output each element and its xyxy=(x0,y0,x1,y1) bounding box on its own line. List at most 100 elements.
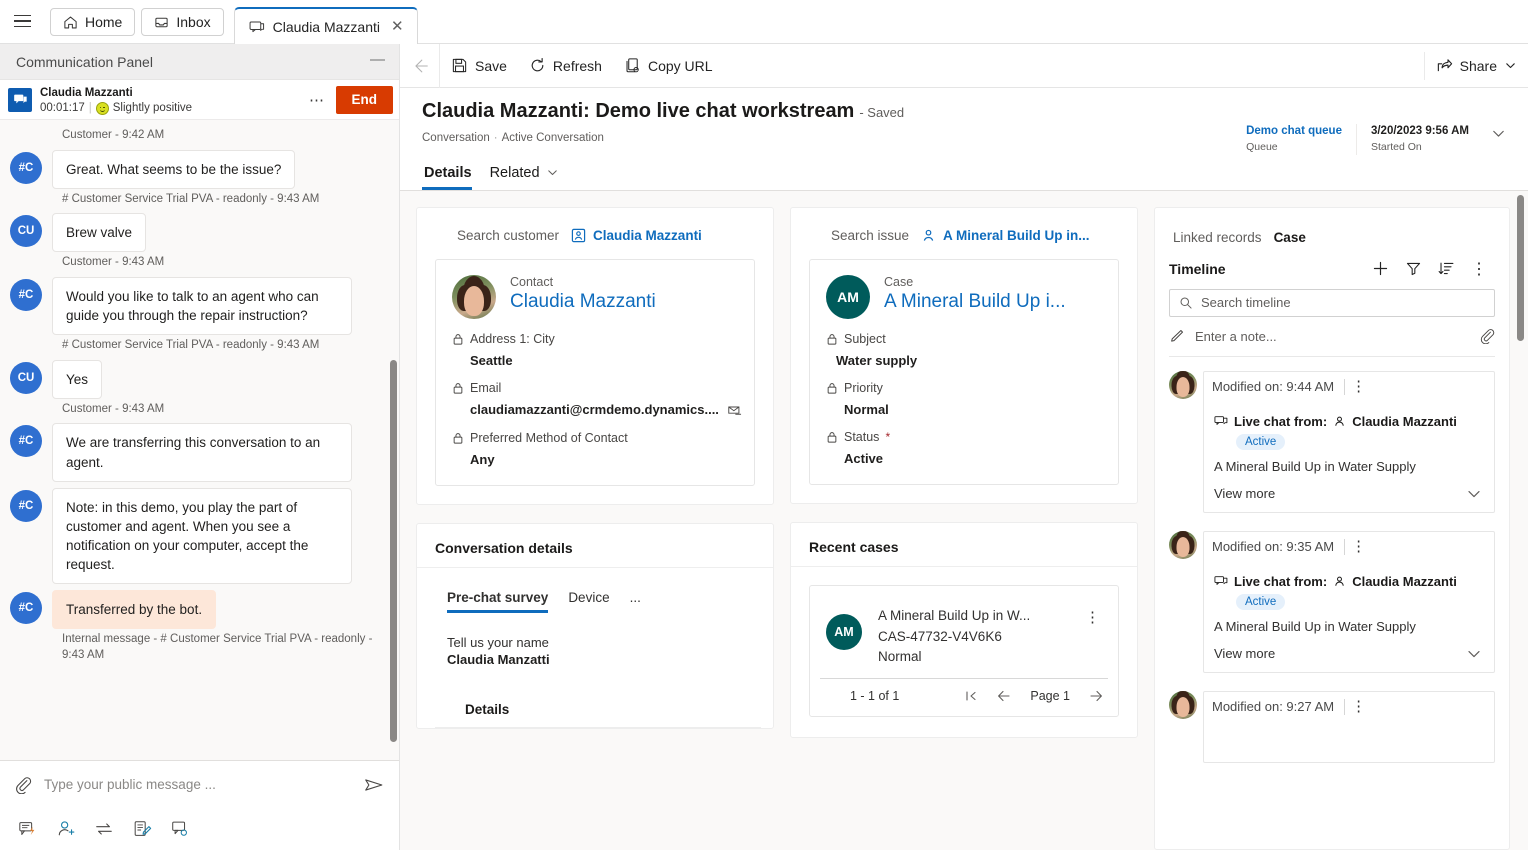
field-value[interactable]: Active xyxy=(844,451,1102,466)
pagination: 1 - 1 of 1 Page 1 xyxy=(820,678,1108,704)
search-issue-value[interactable]: A Mineral Build Up in... xyxy=(921,228,1090,243)
timeline-person[interactable]: Claudia Mazzanti xyxy=(1352,414,1457,429)
minimize-icon[interactable]: — xyxy=(370,52,385,71)
refresh-label: Refresh xyxy=(552,57,602,74)
recent-cases-grid: AM A Mineral Build Up in W... CAS-47732-… xyxy=(809,584,1119,718)
save-button[interactable]: Save xyxy=(440,44,518,88)
message-input[interactable] xyxy=(44,777,351,792)
lock-icon xyxy=(826,431,838,443)
message-bubble: We are transferring this conversation to… xyxy=(52,423,352,482)
pagination-controls: Page 1 xyxy=(964,688,1104,704)
previous-page-icon[interactable] xyxy=(996,688,1012,704)
timeline-entry: Modified on: 9:35 AM ⋮ Live chat from: C… xyxy=(1203,530,1495,673)
quick-reply-icon[interactable] xyxy=(18,819,38,839)
next-page-icon[interactable] xyxy=(1088,688,1104,704)
more-icon[interactable]: ⋮ xyxy=(1463,259,1495,279)
field-value-text: Seattle xyxy=(470,352,513,368)
contact-name-link[interactable]: Claudia Mazzanti xyxy=(510,290,656,314)
back-icon[interactable] xyxy=(400,43,440,88)
timeline-search[interactable]: Search timeline xyxy=(1169,288,1495,317)
share-button[interactable]: Share xyxy=(1425,44,1528,88)
chevron-down-icon[interactable] xyxy=(1504,59,1517,72)
field-value[interactable]: Water supply xyxy=(836,353,1102,368)
home-icon xyxy=(63,15,78,30)
search-customer-value[interactable]: Claudia Mazzanti xyxy=(571,228,702,243)
case-name-link[interactable]: A Mineral Build Up i... xyxy=(884,290,1066,314)
more-icon[interactable]: ⋮ xyxy=(1345,695,1372,718)
message-meta: Customer - 9:43 AM xyxy=(62,256,165,269)
list-item[interactable]: Modified on: 9:27 AM ⋮ xyxy=(1169,690,1495,763)
tab-pre-chat-survey[interactable]: Pre-chat survey xyxy=(447,590,549,613)
tab-device[interactable]: Device xyxy=(568,590,609,613)
chat-scrollbar[interactable] xyxy=(390,360,397,742)
customer-card-inner: Search customer Claudia Mazzanti xyxy=(417,208,773,259)
hamburger-menu-icon[interactable] xyxy=(0,0,44,43)
form-content: Search customer Claudia Mazzanti Contact… xyxy=(400,190,1528,850)
avatar xyxy=(1169,530,1197,559)
end-session-button[interactable]: End xyxy=(335,85,393,114)
chevron-down-icon[interactable] xyxy=(1466,646,1482,662)
chevron-down-icon[interactable] xyxy=(1466,486,1482,502)
field-value[interactable]: claudiamazzanti@crmdemo.dynamics.... xyxy=(470,402,741,418)
main-scrollbar[interactable] xyxy=(1517,194,1524,341)
send-icon[interactable] xyxy=(363,774,385,796)
case-identity: AM Case A Mineral Build Up i... xyxy=(826,274,1102,319)
breadcrumb-view[interactable]: Active Conversation xyxy=(502,132,604,144)
close-icon[interactable]: ✕ xyxy=(388,19,407,34)
more-icon[interactable]: ⋮ xyxy=(1345,375,1372,398)
chevron-down-icon[interactable] xyxy=(546,166,559,179)
breadcrumb-entity[interactable]: Conversation xyxy=(422,132,490,144)
filter-icon[interactable] xyxy=(1397,260,1430,277)
sentiment-smiley-icon xyxy=(95,102,109,116)
more-icon[interactable]: ⋮ xyxy=(1079,606,1106,629)
field-value[interactable]: Seattle xyxy=(470,353,738,368)
plus-icon[interactable] xyxy=(1364,260,1397,277)
tab-strip: Home Inbox Claudia Mazzanti ✕ xyxy=(0,0,1528,44)
field-value[interactable]: Any xyxy=(470,452,738,467)
list-item[interactable]: Modified on: 9:35 AM ⋮ Live chat from: C… xyxy=(1169,530,1495,673)
timeline-note-input[interactable]: Enter a note... xyxy=(1169,317,1495,357)
tab-inbox[interactable]: Inbox xyxy=(141,8,224,36)
note-icon[interactable] xyxy=(132,819,152,839)
details-heading: Details xyxy=(435,667,761,728)
copy-url-label: Copy URL xyxy=(647,57,713,74)
field-label-text: Subject xyxy=(844,331,886,346)
first-page-icon[interactable] xyxy=(964,689,978,703)
chat-message: #C Note: in this demo, you play the part… xyxy=(10,487,385,585)
timeline-person[interactable]: Claudia Mazzanti xyxy=(1352,574,1457,589)
timeline-entry-header: Modified on: 9:35 AM ⋮ xyxy=(1204,532,1494,562)
header-field-value[interactable]: Demo chat queue xyxy=(1246,124,1342,139)
header-expand-chevron-down-icon[interactable] xyxy=(1483,124,1506,146)
tab-overflow-more[interactable]: ... xyxy=(630,590,641,613)
field-label: Subject xyxy=(826,332,1102,346)
sort-icon[interactable] xyxy=(1430,260,1463,277)
copy-url-button[interactable]: Copy URL xyxy=(613,44,724,88)
consult-icon[interactable] xyxy=(170,819,190,839)
tab-conversation-active[interactable]: Claudia Mazzanti ✕ xyxy=(233,7,418,44)
tab-details[interactable]: Details xyxy=(422,165,481,190)
tab-home[interactable]: Home xyxy=(50,8,136,36)
field-value[interactable]: Normal xyxy=(844,402,1102,417)
more-icon[interactable]: ⋮ xyxy=(1345,535,1372,558)
linked-records-value[interactable]: Case xyxy=(1274,230,1306,245)
tab-related-label: Related xyxy=(489,164,540,181)
refresh-button[interactable]: Refresh xyxy=(518,44,613,88)
share-label: Share xyxy=(1459,57,1497,74)
chat-message: CU Yes xyxy=(10,359,385,399)
transfer-icon[interactable] xyxy=(94,819,114,839)
view-more-toggle[interactable]: View more xyxy=(1214,486,1482,502)
record-kind: Case xyxy=(884,274,914,289)
session-more-icon[interactable]: ⋯ xyxy=(299,91,336,109)
table-row[interactable]: AM A Mineral Build Up in W... CAS-47732-… xyxy=(820,594,1108,679)
attach-icon[interactable] xyxy=(1479,328,1495,345)
view-more-toggle[interactable]: View more xyxy=(1214,646,1482,662)
lock-icon xyxy=(452,382,464,394)
chat-message: #C We are transferring this conversation… xyxy=(10,423,385,482)
email-icon[interactable] xyxy=(727,402,743,418)
body-split: Communication Panel — Claudia Mazzanti 0… xyxy=(0,43,1528,850)
list-item[interactable]: Modified on: 9:44 AM ⋮ Live chat from: C… xyxy=(1169,370,1495,513)
add-agent-icon[interactable] xyxy=(56,819,76,839)
attach-icon[interactable] xyxy=(14,776,32,794)
tab-related[interactable]: Related xyxy=(481,165,568,190)
view-more-label: View more xyxy=(1214,646,1276,662)
